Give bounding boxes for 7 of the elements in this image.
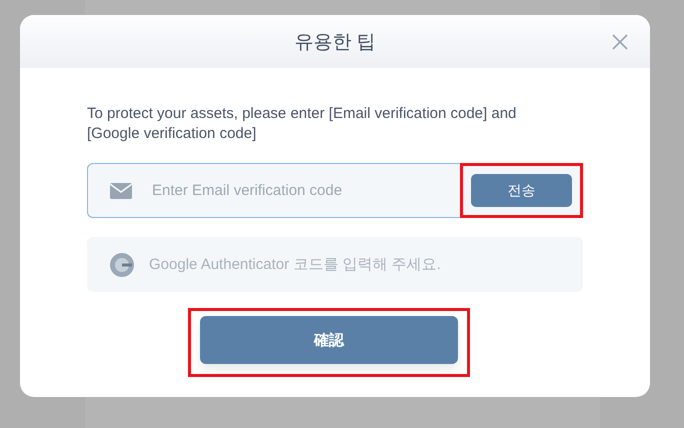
dialog-title: 유용한 팁 (294, 30, 376, 54)
email-code-field[interactable]: Enter Email verification code (150, 181, 460, 200)
send-button[interactable]: 전송 (471, 174, 572, 207)
instruction-text: To protect your assets, please enter [Email verification code] and [Google verification code] (87, 104, 518, 144)
close-icon[interactable] (612, 34, 628, 50)
envelope-icon (110, 182, 132, 198)
confirm-button[interactable]: 確認 (200, 316, 458, 364)
